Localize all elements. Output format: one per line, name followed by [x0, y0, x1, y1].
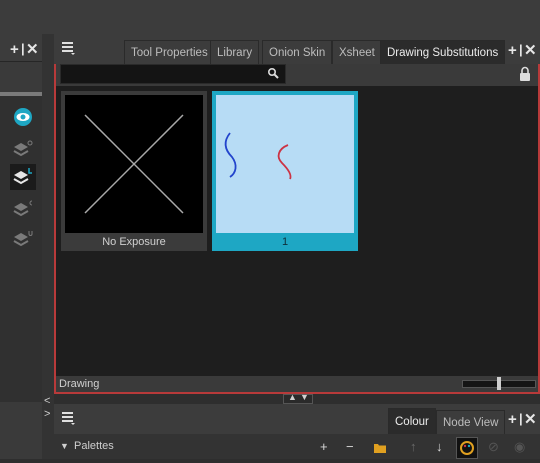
onion-layer-button-l[interactable]: [10, 164, 36, 190]
onion-layer-u-icon: [13, 231, 33, 247]
close-view-icon[interactable]: ✕: [524, 412, 537, 427]
onion-layer-button-c[interactable]: [10, 196, 36, 222]
chevron-left-icon[interactable]: <: [44, 395, 50, 407]
left-panel-divider: [0, 92, 42, 96]
disclosure-triangle-icon[interactable]: ▼: [60, 441, 69, 451]
chevron-right-icon[interactable]: >: [44, 408, 50, 420]
move-down-icon[interactable]: ↓: [436, 440, 443, 453]
drawing-1-preview: [216, 95, 354, 233]
onion-layer-l-icon: [13, 168, 32, 185]
folder-icon[interactable]: [373, 442, 387, 454]
search-input[interactable]: [60, 64, 286, 84]
eye-icon: [14, 108, 32, 126]
no-exposure-preview: [65, 95, 203, 233]
drawing-strokes: [224, 132, 292, 180]
add-palette-icon[interactable]: +: [320, 440, 328, 453]
close-view-icon[interactable]: ✕: [26, 42, 39, 57]
onion-layer-c-icon: [13, 200, 33, 217]
tab-colour[interactable]: Colour: [388, 408, 436, 434]
thumbnail-drawing-1[interactable]: 1: [212, 91, 358, 251]
close-view-icon[interactable]: ✕: [524, 43, 537, 58]
onion-layer-button-o[interactable]: [10, 136, 36, 162]
add-view-icon[interactable]: +: [508, 412, 517, 427]
search-icon[interactable]: [267, 67, 281, 81]
tab-onion-skin[interactable]: Onion Skin: [262, 40, 333, 64]
separator-icon: |: [519, 411, 523, 426]
tab-xsheet[interactable]: Xsheet: [332, 40, 382, 64]
left-layer-list: [0, 92, 42, 402]
view-menu-icon[interactable]: [61, 40, 77, 56]
palettes-label: Palettes: [74, 440, 114, 452]
thumbnail-label: No Exposure: [61, 233, 207, 251]
onion-skin-toggle[interactable]: [10, 104, 36, 130]
top-bar: [0, 0, 540, 34]
move-up-icon[interactable]: ↑: [410, 440, 417, 453]
add-view-icon[interactable]: +: [508, 43, 517, 58]
thumbnail-no-exposure[interactable]: No Exposure: [61, 91, 207, 251]
palette-lock-icon[interactable]: ⊘: [488, 440, 499, 453]
cross-icon: [84, 114, 184, 214]
separator-icon: |: [519, 42, 523, 57]
remove-palette-icon[interactable]: −: [346, 440, 354, 453]
bottom-menu-icon[interactable]: [61, 410, 77, 426]
separator-icon: |: [21, 41, 25, 56]
palette-browser-button[interactable]: [456, 437, 478, 459]
palette-visibility-icon[interactable]: ◉: [514, 440, 525, 453]
tab-library[interactable]: Library: [210, 40, 260, 64]
thumbnail-size-slider-handle[interactable]: [497, 377, 501, 390]
onion-layer-button-u[interactable]: [10, 226, 36, 252]
status-label: Drawing: [59, 378, 100, 390]
thumbnail-label: 1: [212, 233, 358, 251]
tab-drawing-substitutions[interactable]: Drawing Substitutions: [380, 40, 506, 64]
collapse-controls[interactable]: ▲ ▼: [283, 392, 313, 404]
add-view-icon[interactable]: +: [10, 42, 19, 57]
tab-node-view[interactable]: Node View: [436, 410, 506, 434]
collapse-down-icon[interactable]: ▼: [300, 392, 309, 402]
thumbnail-grid: No Exposure 1: [56, 86, 538, 376]
collapse-up-icon[interactable]: ▲: [288, 392, 297, 402]
lock-icon[interactable]: [518, 66, 532, 82]
onion-layer-o-icon: [13, 140, 33, 157]
tab-tool-properties[interactable]: Tool Properties: [124, 40, 215, 64]
palette-icon: [460, 441, 474, 455]
left-panel-header: + | ✕: [0, 34, 42, 62]
